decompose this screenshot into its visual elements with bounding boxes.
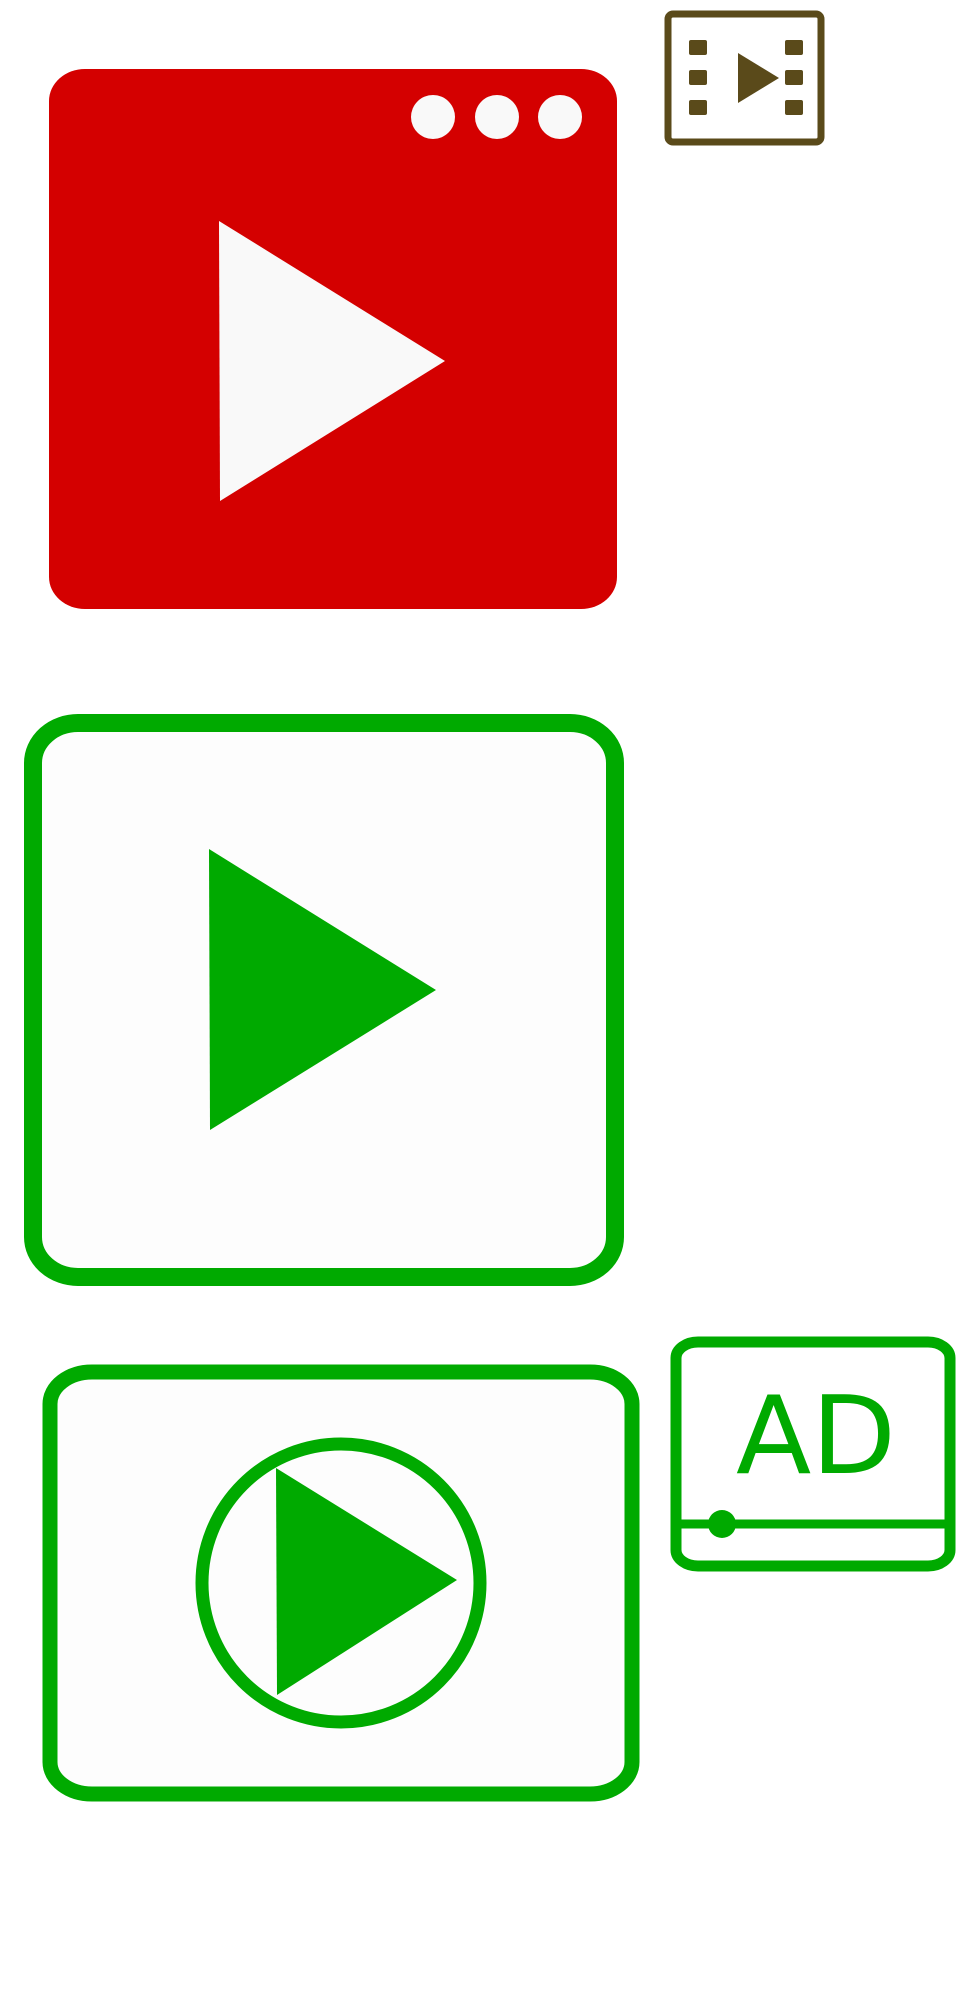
window-dot-icon [538,95,582,139]
window-dot-icon [475,95,519,139]
play-triangle-icon [738,53,779,103]
ad-video-icon[interactable]: AD [670,1336,956,1572]
film-hole-icon [785,40,803,55]
film-hole-icon [785,70,803,85]
window-dot-icon [411,95,455,139]
green-circle-play-icon[interactable] [42,1364,640,1802]
film-hole-icon [785,100,803,115]
red-video-player-icon[interactable] [46,66,622,612]
film-strip-play-icon[interactable] [664,10,828,146]
ad-label: AD [736,1374,896,1499]
progress-knob-icon[interactable] [708,1510,736,1538]
film-hole-icon [689,40,707,55]
film-hole-icon [689,70,707,85]
green-outline-play-icon[interactable] [24,714,624,1286]
film-hole-icon [689,100,707,115]
